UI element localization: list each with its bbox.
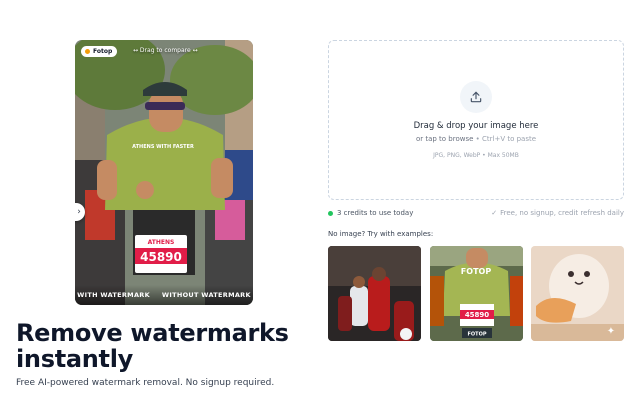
dropzone-title: Drag & drop your image here [413, 121, 539, 131]
page-title: Remove watermarks instantly [16, 319, 289, 373]
example-thumb-football[interactable] [328, 246, 421, 341]
label-with-watermark: WITH WATERMARK [77, 291, 150, 299]
compare-card[interactable]: ATHENS 45890 ATHENS WITH FASTER Fotop ↔ … [75, 40, 253, 305]
compare-labels: WITH WATERMARK WITHOUT WATERMARK [75, 285, 253, 305]
cat-cup-photo: ✦ [531, 246, 624, 341]
paste-shortcut: • Ctrl+V to paste [475, 135, 537, 143]
label-without-watermark: WITHOUT WATERMARK [161, 291, 251, 299]
credits-remaining: 3 credits to use today [328, 209, 413, 217]
bib-number: 45890 [140, 250, 182, 264]
page-subtitle: Free AI-powered watermark removal. No si… [16, 378, 275, 388]
drag-hint: ↔ Drag to compare ↔ [133, 47, 198, 54]
thumb-bib: 45890 [465, 311, 489, 319]
browse-text[interactable]: or tap to browse [416, 135, 473, 143]
thumb-caption: FOTOP [468, 332, 487, 338]
upload-dropzone[interactable]: Drag & drop your image here or tap to br… [328, 40, 624, 200]
dropzone-subtitle: or tap to browse • Ctrl+V to paste [329, 135, 623, 143]
status-dot-icon [328, 210, 333, 216]
credits-info-text: Free, no signup, credit refresh daily [500, 209, 624, 217]
thumb-watermark: FOTOP [461, 267, 492, 276]
credits-info: ✓ Free, no signup, credit refresh daily [491, 209, 624, 217]
upload-button[interactable] [460, 81, 492, 113]
brand-logo-icon [85, 49, 90, 54]
sparkle-icon: ✦ [607, 326, 615, 337]
svg-text:ATHENS: ATHENS [148, 239, 175, 246]
brand-badge: Fotop [81, 46, 118, 57]
shirt-print: ATHENS WITH FASTER [132, 144, 194, 150]
examples-grid: 45890 FOTOP FOTOP ✦ [328, 246, 624, 342]
credits-text: 3 credits to use today [337, 209, 414, 217]
credits-row: 3 credits to use today ✓ Free, no signup… [328, 208, 624, 218]
football-photo [328, 246, 421, 341]
brand-name: Fotop [93, 48, 113, 55]
example-thumb-runner[interactable]: 45890 FOTOP FOTOP [430, 246, 523, 341]
supported-formats: JPG, PNG, WebP • Max 50MB [433, 152, 519, 159]
runner-watermark-photo: 45890 FOTOP FOTOP [430, 246, 523, 341]
chevron-icon: › [77, 207, 81, 217]
example-thumb-cat[interactable]: ✦ [531, 246, 624, 341]
upload-icon [470, 91, 482, 103]
examples-label: No image? Try with examples: [328, 230, 434, 238]
check-icon: ✓ [491, 209, 498, 217]
runner-photo: ATHENS 45890 ATHENS WITH FASTER [75, 40, 253, 305]
